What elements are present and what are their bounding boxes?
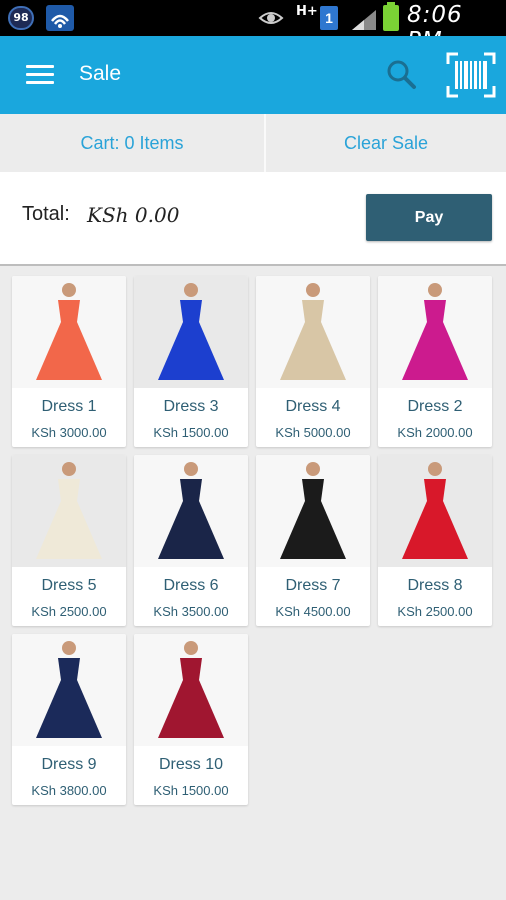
network-type-label: H+ (296, 4, 318, 19)
product-name: Dress 6 (163, 577, 219, 594)
status-bar: 98 H+ 1 8:06 PM (0, 0, 506, 54)
product-price: KSh 3000.00 (31, 425, 107, 440)
product-image (134, 276, 248, 388)
product-image (256, 455, 370, 567)
product-card[interactable]: Dress 3 KSh 1500.00 (134, 276, 248, 447)
product-price: KSh 2500.00 (397, 604, 473, 619)
product-name: Dress 2 (407, 398, 463, 415)
product-name: Dress 5 (41, 577, 97, 594)
product-image (256, 276, 370, 388)
product-price: KSh 1500.00 (153, 783, 229, 798)
product-card[interactable]: Dress 9 KSh 3800.00 (12, 634, 126, 805)
product-image (378, 276, 492, 388)
app-bar: Sale (0, 36, 506, 114)
product-name: Dress 3 (163, 398, 219, 415)
product-card[interactable]: Dress 1 KSh 3000.00 (12, 276, 126, 447)
product-card[interactable]: Dress 7 KSh 4500.00 (256, 455, 370, 626)
total-value: KSh 0.00 (87, 203, 180, 227)
product-image (12, 455, 126, 567)
product-card[interactable]: Dress 6 KSh 3500.00 (134, 455, 248, 626)
product-name: Dress 7 (285, 577, 341, 594)
wifi-icon (46, 5, 74, 31)
sim-indicator: 1 (320, 6, 338, 30)
product-grid: Dress 1 KSh 3000.00 Dress 3 KSh 1500.00 Dres… (0, 266, 506, 900)
barcode-scan-icon[interactable] (446, 52, 496, 98)
page-title: Sale (79, 62, 122, 85)
pay-button[interactable]: Pay (366, 194, 492, 241)
product-price: KSh 4500.00 (275, 604, 351, 619)
product-price: KSh 2000.00 (397, 425, 473, 440)
product-name: Dress 10 (158, 756, 224, 773)
product-image (134, 455, 248, 567)
product-name: Dress 9 (41, 756, 97, 773)
product-card[interactable]: Dress 2 KSh 2000.00 (378, 276, 492, 447)
product-name: Dress 1 (41, 398, 97, 415)
product-price: KSh 3500.00 (153, 604, 229, 619)
search-icon[interactable] (385, 58, 417, 90)
total-panel: Total: KSh 0.00 Pay (0, 172, 506, 266)
signal-icon (350, 8, 378, 35)
product-card[interactable]: Dress 5 KSh 2500.00 (12, 455, 126, 626)
product-card[interactable]: Dress 8 KSh 2500.00 (378, 455, 492, 626)
product-price: KSh 1500.00 (153, 425, 229, 440)
product-image (378, 455, 492, 567)
total-label: Total: (22, 203, 70, 225)
product-name: Dress 8 (407, 577, 463, 594)
clear-sale-button[interactable]: Clear Sale (260, 114, 506, 172)
notification-badge: 98 (8, 6, 34, 30)
eye-icon (258, 8, 284, 33)
product-image (12, 634, 126, 746)
product-image (12, 276, 126, 388)
menu-icon[interactable] (26, 65, 54, 85)
battery-icon (383, 2, 399, 31)
product-price: KSh 3800.00 (31, 783, 107, 798)
product-price: KSh 5000.00 (275, 425, 351, 440)
cart-bar: Cart: 0 Items Clear Sale (0, 114, 506, 172)
cart-items-button[interactable]: Cart: 0 Items (6, 114, 258, 172)
product-image (134, 634, 248, 746)
product-card[interactable]: Dress 10 KSh 1500.00 (134, 634, 248, 805)
product-name: Dress 4 (285, 398, 341, 415)
product-price: KSh 2500.00 (31, 604, 107, 619)
product-card[interactable]: Dress 4 KSh 5000.00 (256, 276, 370, 447)
